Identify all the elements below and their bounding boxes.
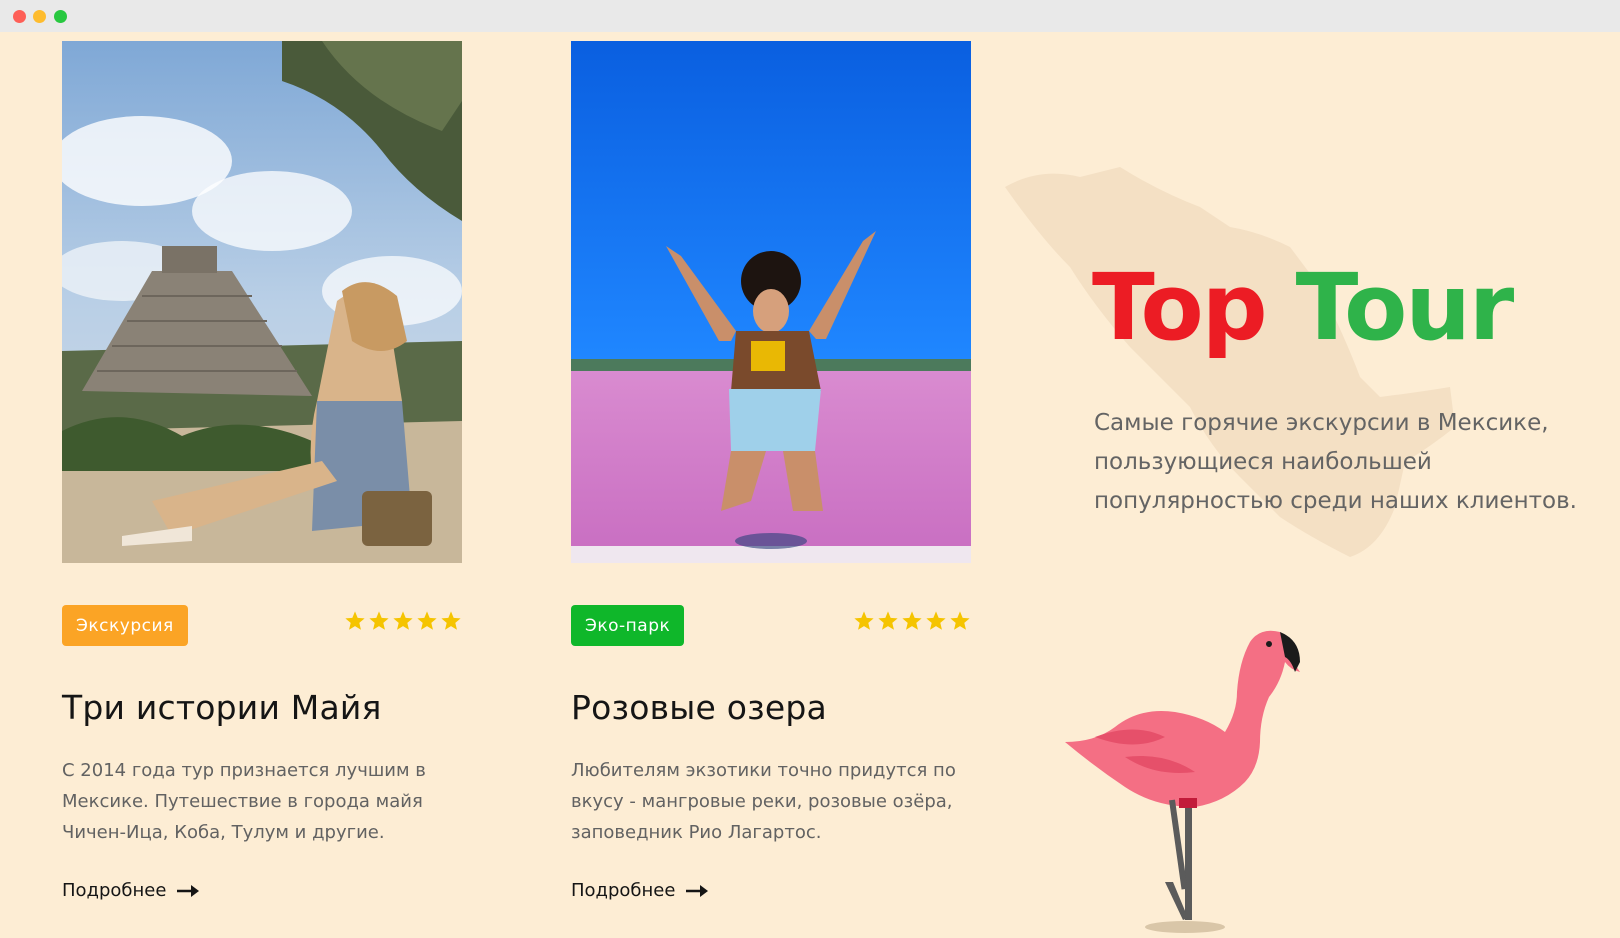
tour-description: С 2014 года тур признается лучшим в Мекс… xyxy=(62,760,426,843)
tour-title: Три истории Майя xyxy=(62,688,382,727)
tour-photo-pink-lake[interactable] xyxy=(571,41,971,563)
hero-title-word1: Top xyxy=(1092,254,1268,361)
star-icon xyxy=(417,611,437,630)
tour-meta: Экскурсия xyxy=(62,605,462,647)
tour-meta: Эко-парк xyxy=(571,605,971,647)
more-link-label: Подробнее xyxy=(571,880,676,901)
arrow-right-icon xyxy=(177,884,200,897)
star-icon xyxy=(393,611,413,630)
tour-description: Любителям экзотики точно придутся по вку… xyxy=(571,760,956,843)
more-link[interactable]: Подробнее xyxy=(62,880,200,901)
star-icon xyxy=(369,611,389,630)
rating-stars xyxy=(853,610,971,632)
star-icon xyxy=(950,611,970,630)
rating-stars xyxy=(344,610,462,632)
star-icon xyxy=(854,611,874,630)
tour-card: Эко-парк Розовые озера Любителям экзотик… xyxy=(571,41,971,901)
browser-titlebar xyxy=(0,0,1620,32)
window-close-button[interactable] xyxy=(13,10,26,23)
category-tag[interactable]: Экскурсия xyxy=(62,605,188,646)
star-icon xyxy=(902,611,922,630)
tour-title: Розовые озера xyxy=(571,688,827,727)
tour-card: Экскурсия Три истории Майя С 2014 года т… xyxy=(62,41,462,901)
more-link[interactable]: Подробнее xyxy=(571,880,709,901)
flamingo-icon xyxy=(1065,630,1300,933)
arrow-right-icon xyxy=(686,884,709,897)
star-icon xyxy=(345,611,365,630)
hero-subtitle: Самые горячие экскурсии в Мексике, польз… xyxy=(1094,410,1577,514)
star-icon xyxy=(926,611,946,630)
hero-title-word2: Tour xyxy=(1295,254,1515,361)
tour-photo-pyramid[interactable] xyxy=(62,41,462,563)
more-link-label: Подробнее xyxy=(62,880,167,901)
window-maximize-button[interactable] xyxy=(54,10,67,23)
star-icon xyxy=(441,611,461,630)
star-icon xyxy=(878,611,898,630)
hero-title: Top Tour xyxy=(1092,254,1515,361)
window-minimize-button[interactable] xyxy=(33,10,46,23)
category-tag[interactable]: Эко-парк xyxy=(571,605,685,646)
page: Экскурсия Три истории Майя С 2014 года т… xyxy=(0,32,1620,938)
